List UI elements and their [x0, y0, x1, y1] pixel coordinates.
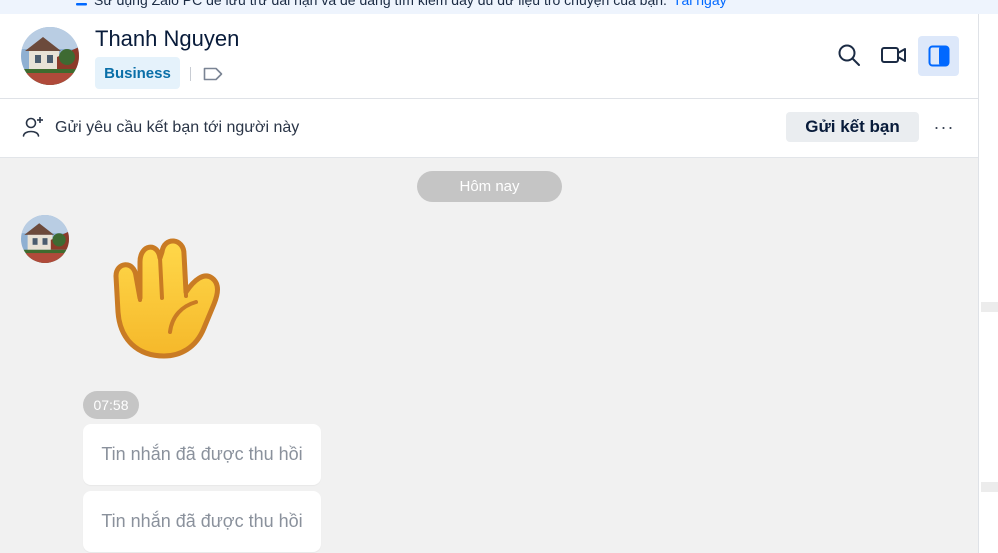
- panel-separator: [981, 302, 998, 312]
- divider: [190, 67, 191, 81]
- video-call-icon[interactable]: [880, 41, 908, 69]
- banner-download-link[interactable]: Tải ngay: [673, 0, 727, 8]
- conversation-header: Thanh Nguyen Business: [0, 14, 978, 99]
- waving-hand-sticker[interactable]: [100, 232, 236, 368]
- search-icon[interactable]: [835, 41, 863, 69]
- side-panel-edge: [978, 14, 998, 553]
- panel-separator: [981, 482, 998, 492]
- recalled-message-bubble[interactable]: Tin nhắn đã được thu hồi: [83, 491, 321, 552]
- friend-request-text: Gửi yêu cầu kết bạn tới người này: [55, 119, 300, 136]
- friend-request-bar: Gửi yêu cầu kết bạn tới người này Gửi kế…: [0, 99, 978, 158]
- contact-name[interactable]: Thanh Nguyen: [95, 26, 239, 52]
- sender-avatar[interactable]: [21, 215, 69, 263]
- banner-text: Sử dụng Zalo PC để lưu trữ dài hạn và dễ…: [94, 0, 667, 8]
- more-options-icon[interactable]: ···: [932, 115, 956, 139]
- label-tag-icon[interactable]: [203, 66, 223, 82]
- recalled-message-bubble[interactable]: Tin nhắn đã được thu hồi: [83, 424, 321, 485]
- message-time: 07:58: [83, 391, 139, 419]
- info-icon: [75, 0, 88, 7]
- toggle-panel-icon[interactable]: [918, 36, 959, 76]
- download-banner: Sử dụng Zalo PC để lưu trữ dài hạn và dễ…: [0, 0, 998, 14]
- add-friend-icon: [22, 116, 44, 138]
- send-friend-request-button[interactable]: Gửi kết bạn: [786, 112, 919, 142]
- business-badge: Business: [95, 57, 180, 89]
- date-divider: Hôm nay: [417, 171, 562, 202]
- contact-avatar[interactable]: [21, 27, 79, 85]
